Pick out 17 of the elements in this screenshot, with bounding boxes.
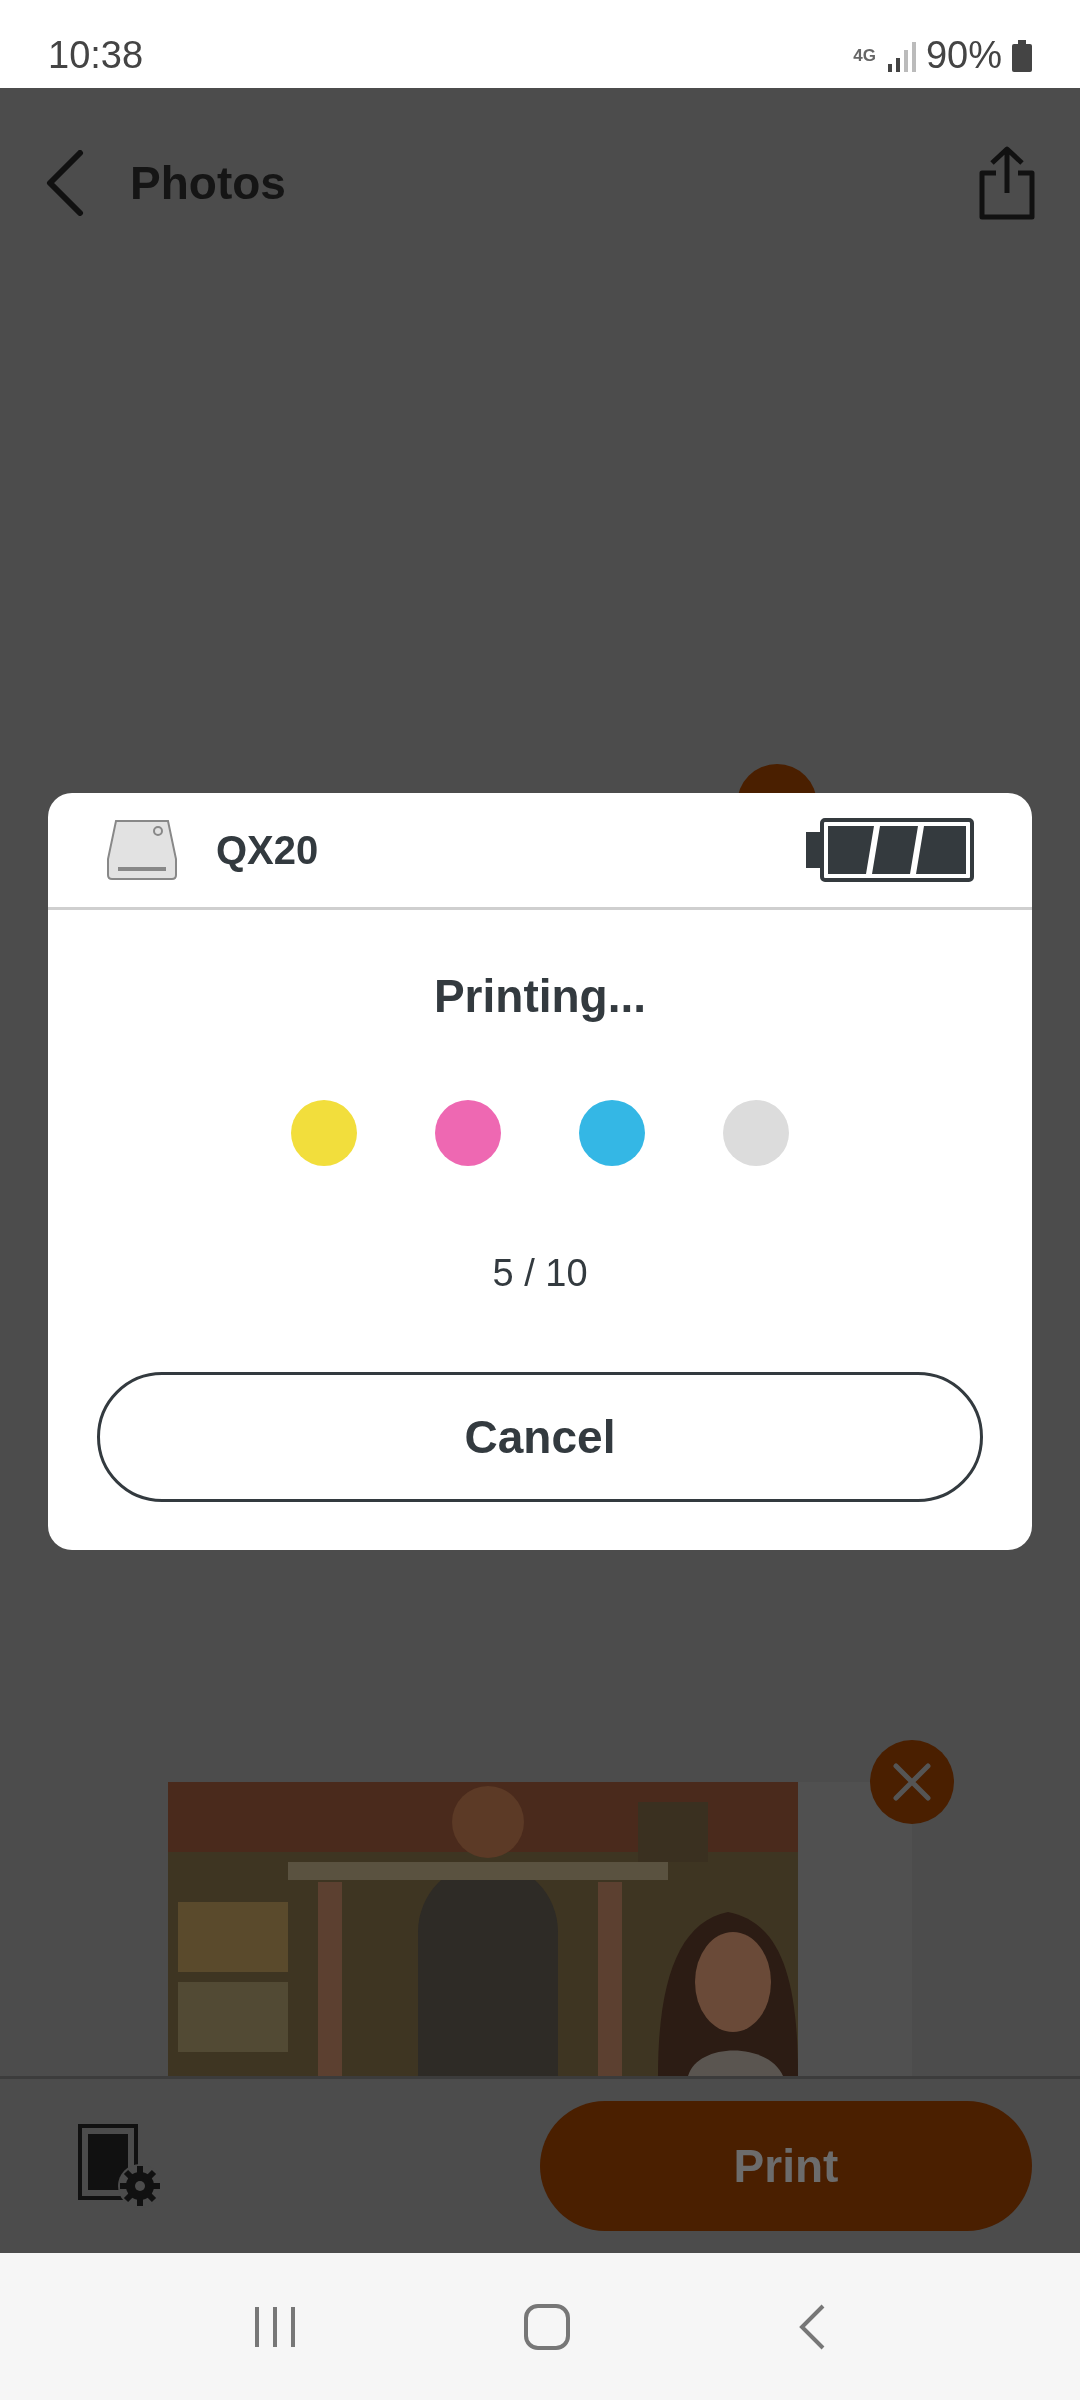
status-time: 10:38 — [48, 33, 144, 78]
battery-percent: 90% — [925, 33, 1002, 78]
battery-icon — [806, 818, 974, 882]
signal-icon — [885, 39, 916, 72]
network-type: 4G — [853, 47, 876, 64]
recent-apps-icon[interactable] — [253, 2304, 297, 2349]
back-icon[interactable] — [797, 2302, 827, 2351]
battery-icon — [1012, 39, 1032, 72]
printing-status: Printing... — [433, 969, 647, 1024]
share-button[interactable] — [978, 145, 1036, 221]
printer-icon — [106, 819, 178, 881]
home-icon[interactable] — [523, 2302, 571, 2351]
page-title: Photos — [130, 155, 286, 211]
printer-name: QX20 — [216, 827, 319, 874]
close-icon — [892, 1762, 932, 1802]
cancel-button[interactable]: Cancel — [97, 1372, 983, 1502]
print-settings-button[interactable] — [78, 2124, 160, 2208]
